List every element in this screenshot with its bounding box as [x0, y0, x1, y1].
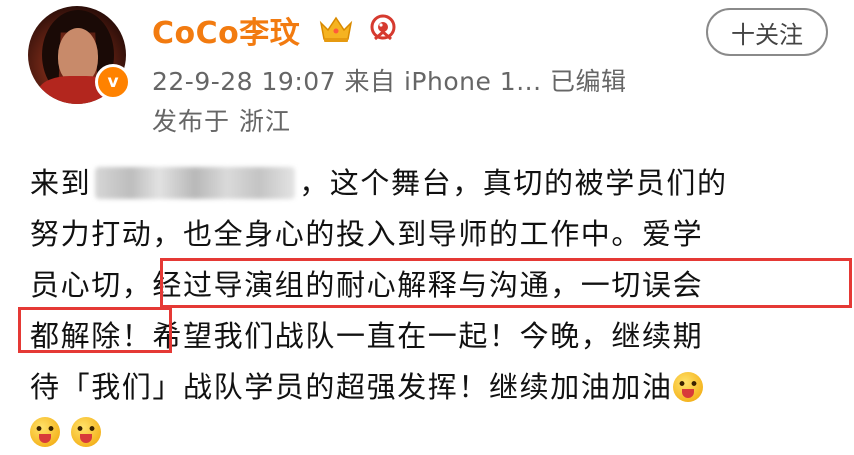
post-text-segment: 待「我们」战队学员的超强发挥！继续加油加油 [30, 370, 673, 404]
verified-badge-icon: v [95, 64, 131, 100]
post-text-line-6 [30, 415, 101, 449]
username[interactable]: CoCo李玟 [152, 8, 300, 52]
highlight-box-2 [18, 307, 172, 353]
redacted-name-blur [95, 167, 296, 199]
weibo-icon[interactable] [367, 12, 399, 44]
post-text-segment: 来到 [30, 166, 92, 200]
grin-emoji-icon [70, 417, 101, 447]
post-text-segment: 员心切， [30, 268, 153, 302]
grin-emoji-icon [672, 372, 703, 402]
follow-button[interactable]: 十关注 [706, 8, 828, 56]
post-text-segment: 希望我们战队一直在一起！今晚，继续期 [152, 319, 704, 353]
post-text-line-1: 来到 ，这个舞台，真切的被学员们的 [30, 160, 728, 202]
post-text-line-5: 待「我们」战队学员的超强发挥！继续加油加油 [30, 364, 703, 406]
post-text-segment: ，这个舞台，真切的被学员们的 [299, 166, 728, 200]
post-text-line-2: 努力打动，也全身心的投入到导师的工作中。爱学 [30, 217, 704, 251]
grin-emoji-icon [30, 417, 60, 447]
highlight-box-1 [160, 258, 852, 308]
post-timestamp-source: 22-9-28 19:07 来自 iPhone 1... 已编辑 [152, 67, 627, 96]
post-location: 发布于 浙江 [152, 107, 291, 136]
crown-icon[interactable] [318, 14, 354, 44]
